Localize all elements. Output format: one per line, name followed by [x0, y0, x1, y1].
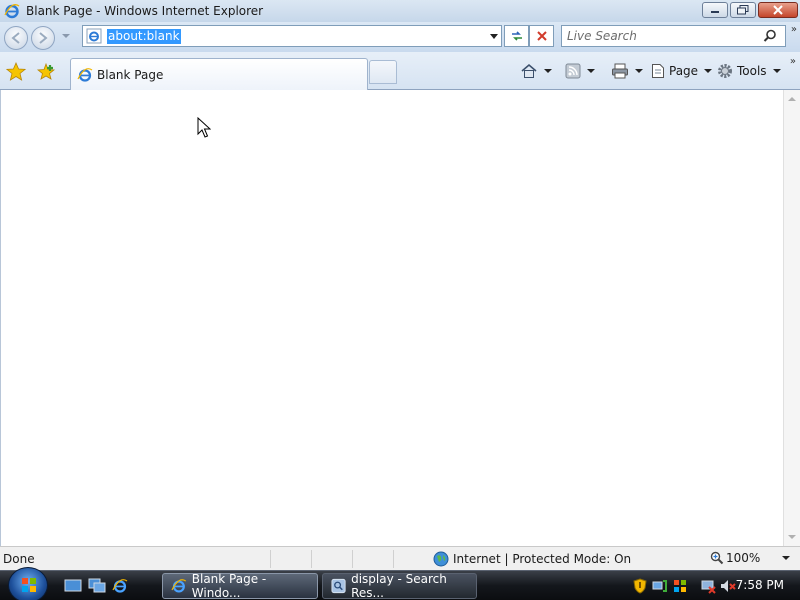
zoom-dropdown-caret[interactable]	[782, 556, 791, 560]
search-results-task-icon	[331, 578, 346, 594]
taskbar-item-label: Blank Page - Windo...	[191, 572, 267, 600]
recent-pages-dropdown[interactable]	[62, 34, 70, 38]
tab-label: Blank Page	[97, 67, 164, 82]
status-divider	[270, 550, 271, 568]
globe-icon	[433, 551, 449, 567]
clock[interactable]: 7:58 PM	[736, 578, 784, 592]
ie-logo-icon	[4, 4, 20, 19]
print-button[interactable]	[611, 62, 643, 80]
back-arrow-icon	[11, 32, 20, 44]
maximize-button[interactable]	[730, 2, 756, 18]
gear-icon	[718, 64, 732, 78]
tools-menu-label: Tools	[737, 64, 767, 78]
address-input[interactable]: about:blank	[107, 28, 181, 44]
security-shield-icon[interactable]	[632, 578, 648, 594]
search-box[interactable]: Live Search	[561, 25, 786, 47]
home-icon	[521, 63, 537, 78]
network-disconnected-icon[interactable]	[700, 578, 716, 594]
status-bar: Done Internet | Protected Mode: On 100%	[0, 546, 800, 570]
print-dropdown-caret[interactable]	[635, 69, 643, 73]
toolbar-chevron-icon[interactable]: »	[790, 56, 796, 67]
forward-button[interactable]	[31, 26, 55, 50]
taskbar: Blank Page - Windo... display - Search R…	[0, 567, 800, 600]
new-tab-button[interactable]	[369, 60, 397, 84]
home-dropdown-caret[interactable]	[544, 69, 552, 73]
windows-update-icon[interactable]	[672, 578, 688, 594]
window-title: Blank Page - Windows Internet Explorer	[26, 4, 264, 18]
navigation-bar: about:blank Live Search »	[0, 22, 800, 52]
zoom-icon	[710, 551, 724, 565]
security-zone[interactable]: Internet | Protected Mode: On	[433, 551, 631, 567]
volume-muted-icon[interactable]	[720, 578, 736, 594]
close-icon	[773, 5, 783, 15]
address-dropdown[interactable]	[490, 34, 498, 39]
print-icon	[612, 63, 628, 79]
restore-icon	[737, 5, 749, 15]
favorites-star-icon[interactable]	[6, 62, 26, 82]
close-button[interactable]	[758, 2, 798, 18]
page-menu-label: Page	[669, 64, 699, 78]
system-tray: 7:58 PM	[628, 571, 800, 600]
title-bar[interactable]: Blank Page - Windows Internet Explorer	[0, 0, 800, 22]
zoom-level: 100%	[726, 551, 761, 565]
scroll-up-arrow-icon[interactable]	[788, 97, 796, 101]
status-divider	[352, 550, 353, 568]
page-menu-caret	[704, 69, 713, 73]
status-divider	[393, 550, 394, 568]
taskbar-item-display-search[interactable]: display - Search Res...	[322, 572, 477, 600]
status-text: Done	[3, 551, 35, 566]
stop-button[interactable]	[529, 25, 554, 47]
zone-label: Internet | Protected Mode: On	[453, 552, 632, 566]
forward-arrow-icon	[39, 32, 48, 44]
ie-quicklaunch-icon[interactable]	[111, 578, 129, 594]
switch-windows-icon[interactable]	[88, 578, 106, 594]
back-button[interactable]	[4, 26, 28, 50]
tab-row: Blank Page Page Tools »	[0, 52, 800, 90]
feeds-button[interactable]	[565, 62, 595, 80]
home-button[interactable]	[520, 62, 552, 80]
page-menu[interactable]: Page	[651, 62, 713, 80]
minimize-icon	[711, 11, 719, 13]
start-button[interactable]	[8, 567, 48, 600]
page-icon	[652, 64, 664, 78]
windows-logo-icon	[22, 578, 36, 592]
tab-blank-page[interactable]: Blank Page	[70, 58, 368, 90]
mouse-cursor-icon	[197, 117, 211, 138]
search-icon[interactable]	[763, 29, 777, 43]
tools-menu-caret	[772, 69, 781, 73]
page-content[interactable]	[0, 90, 783, 546]
ie-task-icon	[171, 579, 187, 593]
search-input[interactable]: Live Search	[567, 29, 637, 43]
rss-feeds-icon	[565, 63, 581, 79]
address-bar[interactable]: about:blank	[82, 25, 502, 47]
taskbar-item-blank-page[interactable]: Blank Page - Windo...	[162, 572, 318, 600]
network-status-icon[interactable]	[652, 578, 668, 594]
tab-ie-icon	[77, 67, 93, 82]
refresh-icon	[511, 31, 522, 41]
add-favorites-icon[interactable]	[36, 62, 56, 82]
refresh-button[interactable]	[504, 25, 529, 47]
scroll-down-arrow-icon[interactable]	[788, 535, 796, 539]
taskbar-item-label: display - Search Res...	[351, 572, 447, 600]
page-ie-icon	[86, 28, 102, 44]
status-divider	[311, 550, 312, 568]
minimize-button[interactable]	[702, 2, 728, 18]
more-chevron-icon[interactable]: »	[791, 24, 797, 35]
stop-icon	[536, 31, 547, 41]
feeds-dropdown-caret[interactable]	[587, 69, 595, 73]
show-desktop-icon[interactable]	[64, 578, 82, 594]
vertical-scrollbar[interactable]	[783, 90, 800, 546]
zoom-control[interactable]: 100%	[710, 551, 791, 565]
tools-menu[interactable]: Tools	[717, 62, 781, 80]
